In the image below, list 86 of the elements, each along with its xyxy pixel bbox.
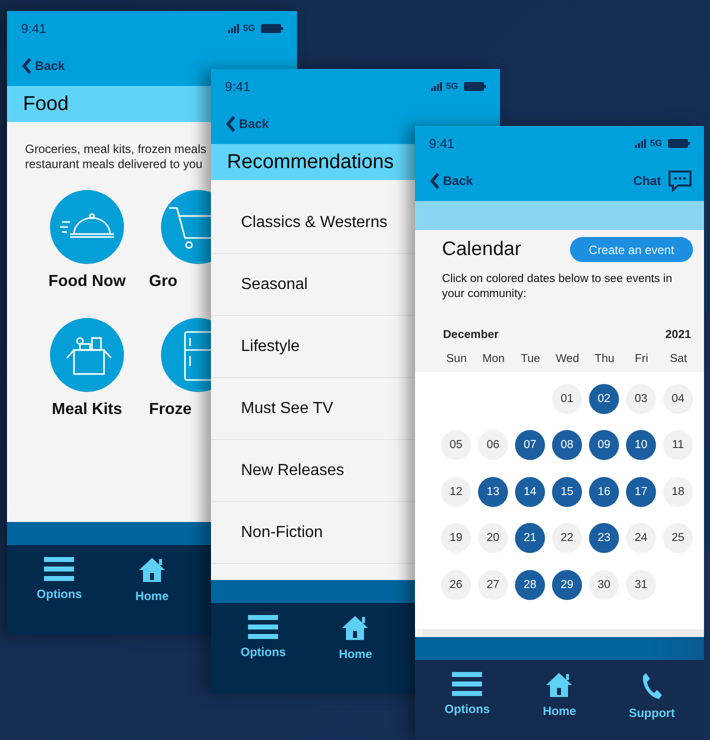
status-time: 9:41 [429, 136, 454, 150]
weekday-label: Wed [554, 353, 580, 365]
event-date[interactable]: 29 [552, 570, 582, 600]
back-chevron-icon [225, 114, 236, 132]
menu-icon [452, 672, 482, 696]
page-title: Calendar [442, 238, 522, 261]
nav-tab[interactable]: Home [309, 615, 402, 661]
event-date[interactable]: 15 [552, 476, 582, 507]
network-label: 5G [446, 81, 458, 91]
network-label: 5G [650, 138, 662, 148]
cart-icon[interactable] [161, 190, 211, 264]
home-icon [138, 557, 166, 583]
weekday-label: Fri [634, 353, 650, 365]
nav-tab[interactable]: Options [13, 557, 106, 601]
calendar-date[interactable]: 18 [663, 476, 693, 507]
back-chevron-icon [429, 172, 440, 190]
menu-icon [44, 557, 74, 581]
weekday-label: Sun [445, 353, 468, 365]
event-date[interactable]: 10 [626, 430, 656, 460]
calendar-date[interactable]: 24 [626, 523, 656, 554]
page-title: Food [23, 92, 69, 116]
weekday-label: Mon [481, 353, 506, 365]
calendar-date[interactable]: 05 [441, 430, 471, 460]
back-button[interactable]: Back [429, 172, 473, 190]
home-icon [545, 672, 574, 698]
calendar-date[interactable]: 31 [626, 570, 656, 600]
nav-tab[interactable]: Home [513, 672, 606, 718]
calendar-date[interactable]: 03 [626, 384, 656, 414]
back-button[interactable]: Back [225, 114, 269, 132]
calendar-date[interactable]: 27 [478, 570, 508, 600]
weekday-label: Tue [520, 353, 542, 365]
nav-tab[interactable]: Options [421, 672, 514, 716]
event-date[interactable]: 16 [589, 476, 619, 507]
event-date[interactable]: 07 [515, 430, 545, 460]
status-time: 9:41 [21, 20, 46, 36]
event-date[interactable]: 28 [515, 570, 545, 600]
menu-icon [248, 615, 278, 639]
calendar-date[interactable]: 11 [663, 430, 693, 460]
battery-icon [464, 82, 486, 90]
signal-icon [634, 138, 647, 148]
page-title: Recommendations [227, 150, 394, 174]
chat-bubble-icon [668, 170, 692, 192]
calendar-date[interactable]: 20 [478, 523, 508, 554]
nav-tab[interactable]: Options [217, 615, 310, 659]
month-label: December [443, 329, 499, 341]
nav-tab[interactable]: Support [606, 672, 698, 720]
category-label[interactable]: Meal Kits [52, 401, 122, 419]
year-label: 2021 [665, 329, 691, 341]
category-label[interactable]: Gro [149, 273, 178, 291]
category-label[interactable]: Froze [149, 401, 192, 419]
network-label: 5G [242, 23, 255, 33]
event-date[interactable]: 08 [552, 430, 582, 460]
weekday-label: Sat [668, 353, 688, 365]
home-icon [341, 615, 370, 641]
event-date[interactable]: 14 [515, 476, 545, 507]
back-chevron-icon [21, 56, 32, 74]
cloche-icon[interactable] [50, 190, 124, 264]
battery-icon [261, 24, 283, 32]
back-button[interactable]: Back [21, 56, 65, 74]
category-label[interactable]: Food Now [48, 273, 126, 291]
event-date[interactable]: 23 [589, 523, 619, 554]
chat-button[interactable]: Chat [633, 170, 692, 192]
calendar-date[interactable]: 26 [441, 570, 471, 600]
calendar-date[interactable]: 25 [663, 523, 693, 554]
calendar-date[interactable]: 12 [441, 476, 471, 507]
status-time: 9:41 [225, 78, 250, 94]
calendar-date[interactable]: 30 [589, 570, 619, 600]
calendar-date[interactable]: 04 [663, 384, 693, 414]
event-date[interactable]: 09 [589, 430, 619, 460]
calendar-date[interactable]: 19 [441, 523, 471, 554]
description-text: Click on colored dates below to see events in your community: [442, 272, 674, 301]
event-date[interactable]: 17 [626, 476, 656, 507]
description-text: Groceries, meal kits, frozen meals restaurant meals delivered to you [25, 142, 208, 172]
fridge-icon[interactable] [161, 318, 211, 392]
calendar-date[interactable]: 22 [552, 523, 582, 554]
battery-icon [668, 138, 690, 148]
event-date[interactable]: 02 [589, 384, 619, 414]
nav-tab[interactable]: Home [106, 557, 198, 603]
signal-icon [228, 24, 240, 32]
grocery-box-icon[interactable] [50, 318, 124, 392]
event-date[interactable]: 21 [515, 523, 545, 554]
event-date[interactable]: 13 [478, 476, 508, 507]
calendar-date[interactable]: 06 [478, 430, 508, 460]
calendar-date[interactable]: 01 [552, 384, 582, 414]
signal-icon [430, 82, 443, 90]
weekday-label: Thu [594, 353, 616, 365]
